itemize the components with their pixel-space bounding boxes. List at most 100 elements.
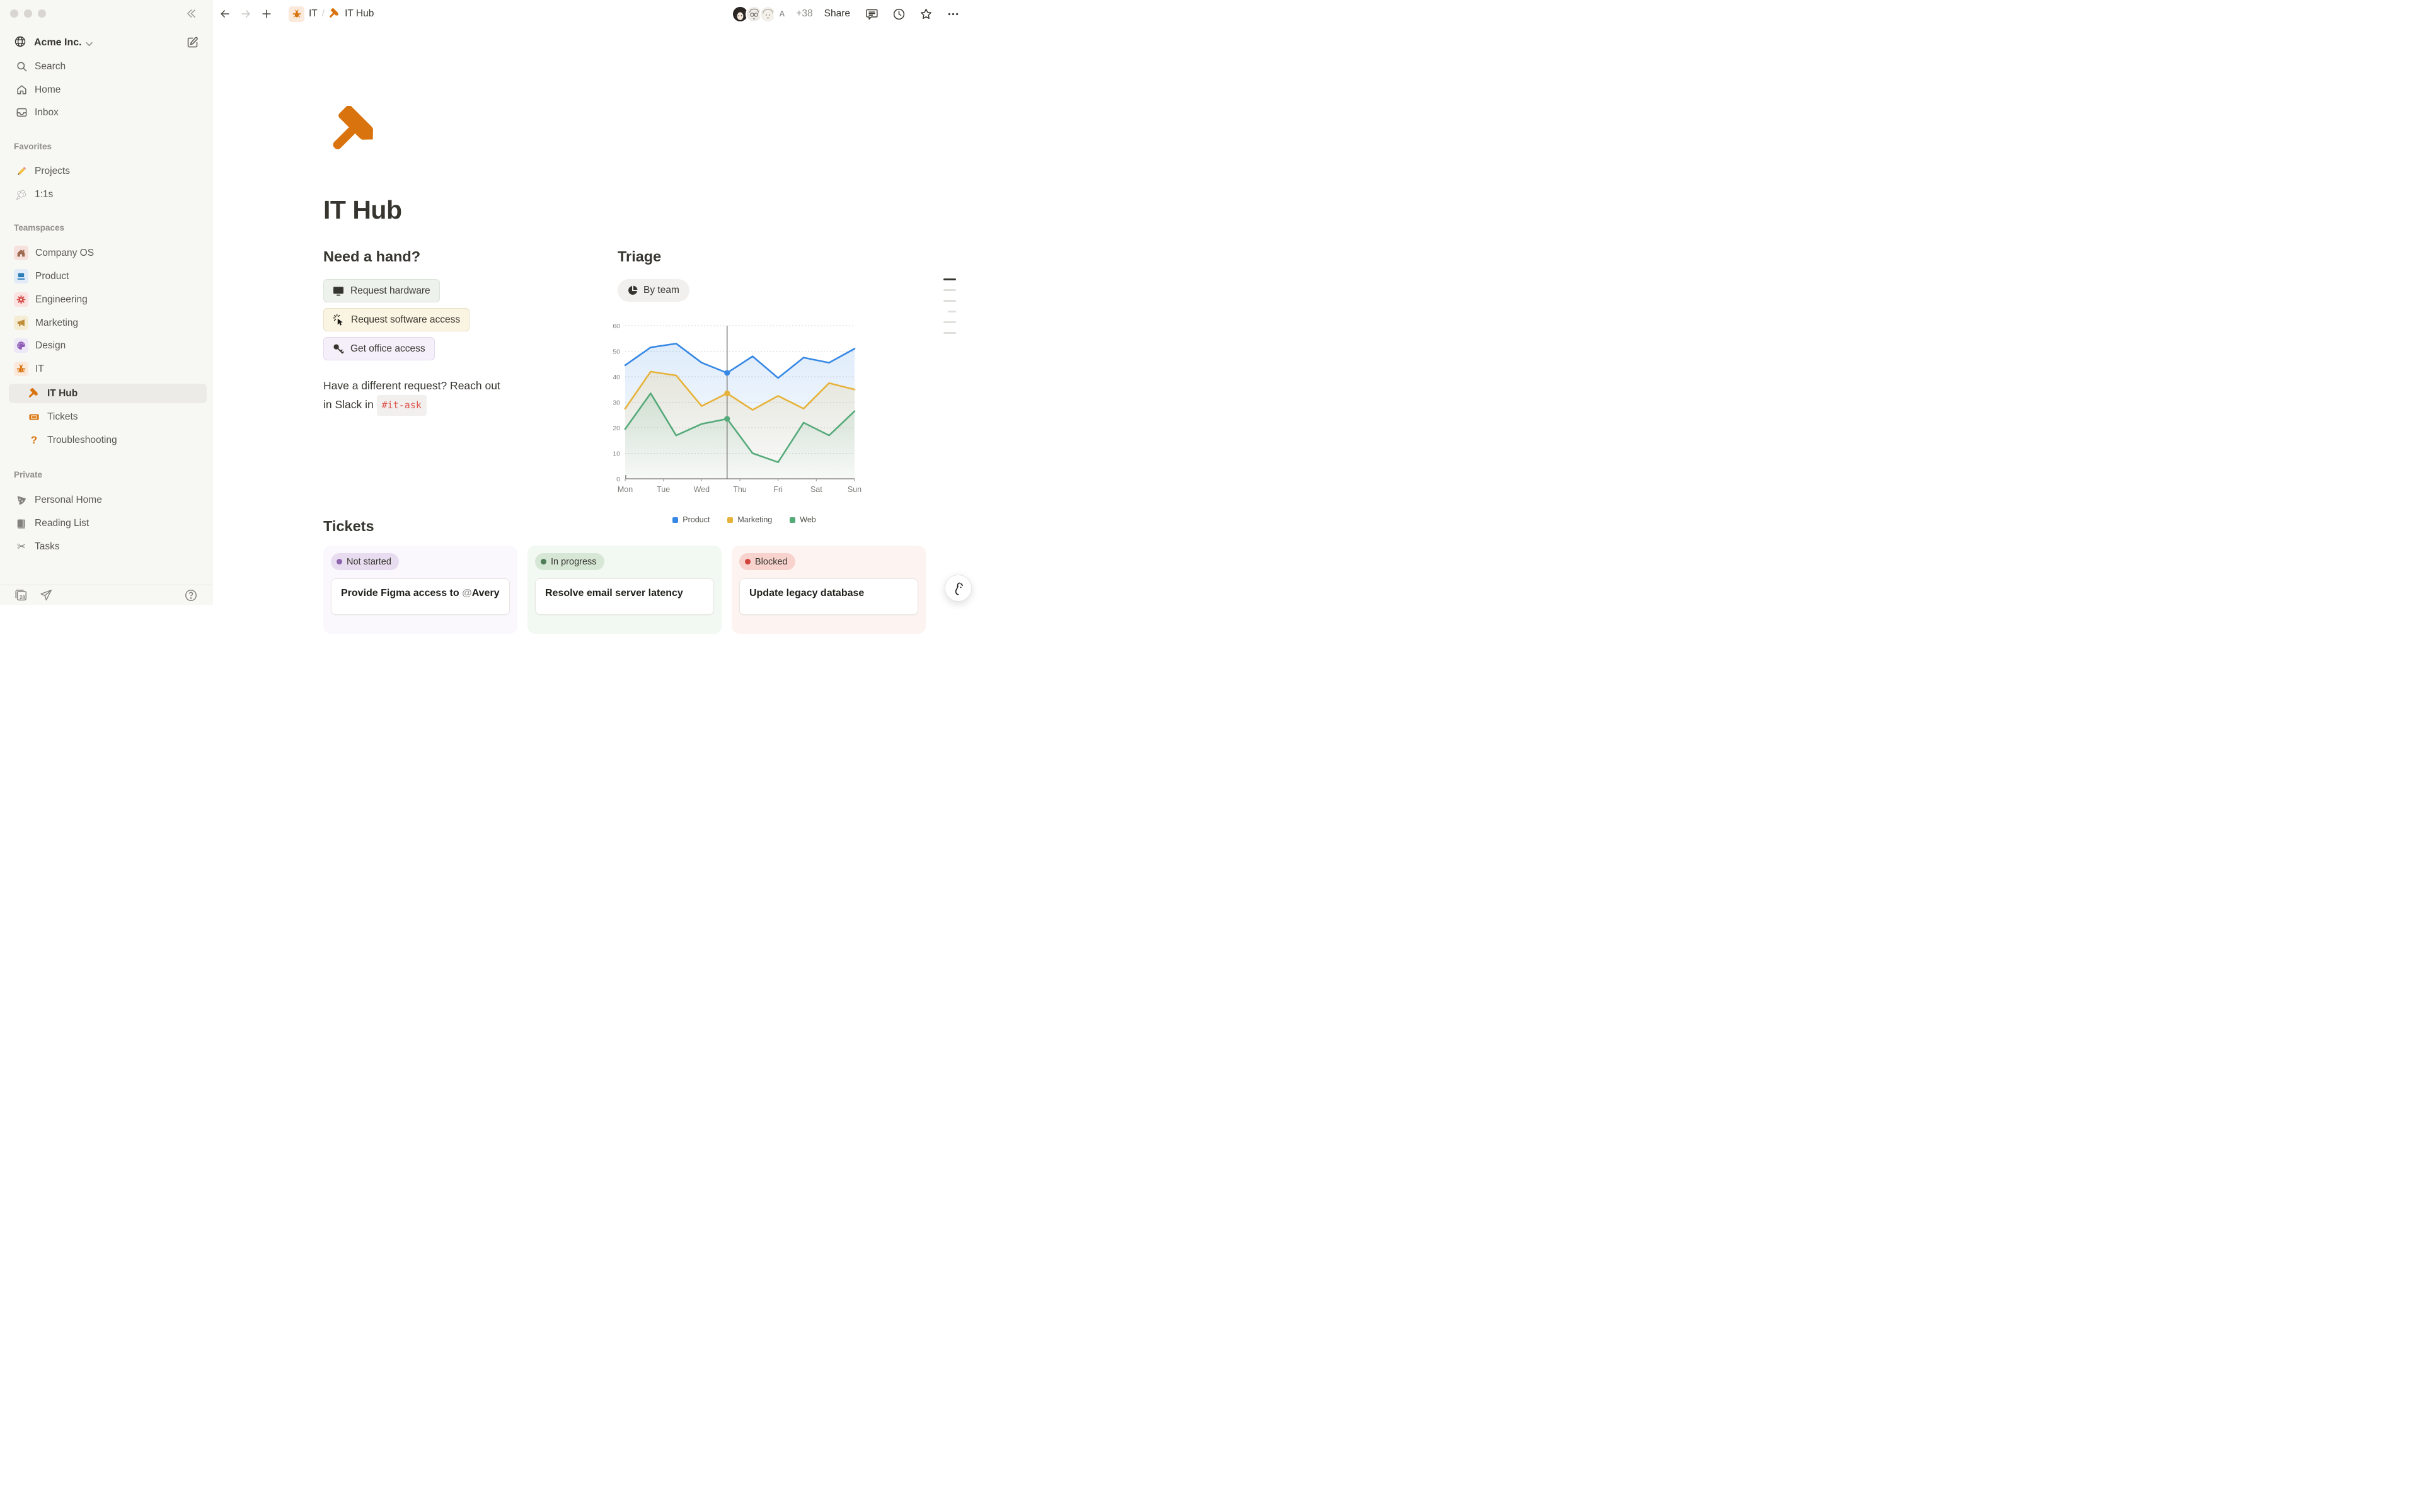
sidebar-item-inbox[interactable]: Inbox xyxy=(9,103,207,122)
toc-bar[interactable] xyxy=(948,311,956,312)
breadcrumb-team-icon[interactable] xyxy=(289,6,304,22)
sidebar-item-tasks[interactable]: ✂ Tasks xyxy=(9,537,207,556)
question-mark-icon: ? xyxy=(28,434,40,447)
svg-text:Tue: Tue xyxy=(657,485,670,494)
key-icon xyxy=(333,343,344,355)
window-close-button[interactable] xyxy=(10,9,18,18)
svg-text:0: 0 xyxy=(616,476,620,483)
sidebar-item-home[interactable]: Home xyxy=(9,80,207,100)
ai-assistant-button[interactable] xyxy=(945,575,972,602)
chevron-down-icon xyxy=(86,38,93,50)
new-page-icon[interactable] xyxy=(186,36,199,52)
pie-chart-icon xyxy=(628,285,638,295)
comments-icon[interactable] xyxy=(865,8,879,21)
laptop-icon xyxy=(14,269,28,284)
more-options-icon[interactable] xyxy=(947,8,960,21)
send-icon[interactable] xyxy=(39,588,53,602)
sidebar-item-search[interactable]: Search xyxy=(9,57,207,76)
inbox-icon xyxy=(15,106,28,118)
status-badge[interactable]: Blocked xyxy=(739,553,795,570)
status-badge[interactable]: In progress xyxy=(535,553,604,570)
forward-icon[interactable] xyxy=(239,8,252,20)
bug-icon xyxy=(14,362,28,376)
breadcrumb-team[interactable]: IT xyxy=(309,8,318,20)
home-icon xyxy=(15,84,28,96)
status-dot xyxy=(541,559,546,564)
collaborators-extra-count[interactable]: +38 xyxy=(796,8,812,20)
monitor-icon xyxy=(333,285,344,297)
sidebar-item-personal-home[interactable]: Personal Home xyxy=(9,490,207,510)
board-column-not-started: Not started Provide Figma access to @Ave… xyxy=(323,546,517,634)
table-of-contents-indicator[interactable] xyxy=(943,278,956,343)
help-icon[interactable] xyxy=(184,588,198,602)
gear-icon xyxy=(14,292,28,307)
svg-text:10: 10 xyxy=(613,450,620,457)
house-icon xyxy=(14,246,28,260)
legend-swatch xyxy=(727,517,733,523)
status-dot xyxy=(337,559,342,564)
mention-name[interactable]: Avery xyxy=(472,588,500,598)
calendar-icon[interactable]: 28 xyxy=(14,588,28,602)
ticket-card[interactable]: Provide Figma access to @Avery xyxy=(331,578,510,615)
ticket-card[interactable]: Resolve email server latency xyxy=(535,578,714,615)
breadcrumb: IT / IT Hub xyxy=(289,6,374,22)
thought-cloud-icon xyxy=(15,189,28,200)
window-controls[interactable] xyxy=(10,9,46,18)
status-badge[interactable]: Not started xyxy=(331,553,399,570)
legend-item: Web xyxy=(790,515,815,524)
request-software-button[interactable]: Request software access xyxy=(323,308,470,331)
window-zoom-button[interactable] xyxy=(38,9,46,18)
chart-legend: ProductMarketingWeb xyxy=(609,515,880,524)
breadcrumb-page-icon xyxy=(329,8,340,20)
svg-text:Wed: Wed xyxy=(694,485,710,494)
sidebar-item-1-1s[interactable]: 1:1s xyxy=(9,185,207,204)
ticket-card[interactable]: Update legacy database xyxy=(739,578,918,615)
toc-bar[interactable] xyxy=(943,321,956,323)
page-title: IT Hub xyxy=(323,195,402,225)
by-team-view-button[interactable]: By team xyxy=(618,279,689,302)
breadcrumb-page[interactable]: IT Hub xyxy=(345,8,374,20)
svg-text:Thu: Thu xyxy=(733,485,747,494)
collaborator-avatars[interactable]: A xyxy=(732,6,790,23)
toc-bar[interactable] xyxy=(943,332,956,334)
request-hardware-button[interactable]: Request hardware xyxy=(323,279,440,302)
sidebar-item-design[interactable]: Design xyxy=(9,336,207,355)
legend-swatch xyxy=(672,517,678,523)
legend-item: Product xyxy=(672,515,710,524)
history-clock-icon[interactable] xyxy=(892,8,906,21)
slack-channel-chip[interactable]: #it-ask xyxy=(377,395,427,416)
sidebar: Acme Inc. Search Home Inbox Favorites Pr… xyxy=(0,0,212,605)
sidebar-item-company-os[interactable]: Company OS xyxy=(9,243,207,263)
avatar-initial[interactable]: A xyxy=(773,6,790,23)
add-page-icon[interactable] xyxy=(260,8,273,20)
mention-at: @ xyxy=(462,588,472,598)
back-icon[interactable] xyxy=(219,8,231,20)
triage-chart[interactable]: 0102030405060MonTueWedThuFriSatSun xyxy=(609,321,880,510)
window-minimize-button[interactable] xyxy=(24,9,32,18)
need-hand-heading: Need a hand? xyxy=(323,248,420,265)
sidebar-item-troubleshooting[interactable]: ? Troubleshooting xyxy=(9,430,207,450)
board-column-blocked: Blocked Update legacy database xyxy=(732,546,926,634)
toc-bar[interactable] xyxy=(943,300,956,302)
favorite-star-icon[interactable] xyxy=(919,8,933,21)
sidebar-item-tickets[interactable]: Tickets xyxy=(9,407,207,427)
sidebar-item-marketing[interactable]: Marketing xyxy=(9,313,207,333)
toc-bar[interactable] xyxy=(943,278,956,280)
sidebar-item-engineering[interactable]: Engineering xyxy=(9,290,207,309)
palette-icon xyxy=(14,338,28,353)
workspace-switcher[interactable]: Acme Inc. xyxy=(9,33,204,52)
toc-bar[interactable] xyxy=(943,289,956,291)
get-office-access-button[interactable]: Get office access xyxy=(323,337,435,360)
sidebar-item-reading-list[interactable]: Reading List xyxy=(9,513,207,533)
slack-note: Have a different request? Reach out in S… xyxy=(323,376,550,416)
sidebar-collapse-icon[interactable] xyxy=(185,8,197,23)
page-icon-hammer[interactable] xyxy=(330,106,383,162)
sidebar-item-projects[interactable]: Projects xyxy=(9,161,207,181)
sidebar-item-it[interactable]: IT xyxy=(9,359,207,379)
svg-text:30: 30 xyxy=(613,399,620,406)
cursor-click-icon xyxy=(333,314,345,326)
svg-text:Mon: Mon xyxy=(618,485,633,494)
share-button[interactable]: Share xyxy=(824,8,850,20)
sidebar-item-product[interactable]: Product xyxy=(9,266,207,286)
sidebar-item-it-hub[interactable]: IT Hub xyxy=(9,384,207,403)
